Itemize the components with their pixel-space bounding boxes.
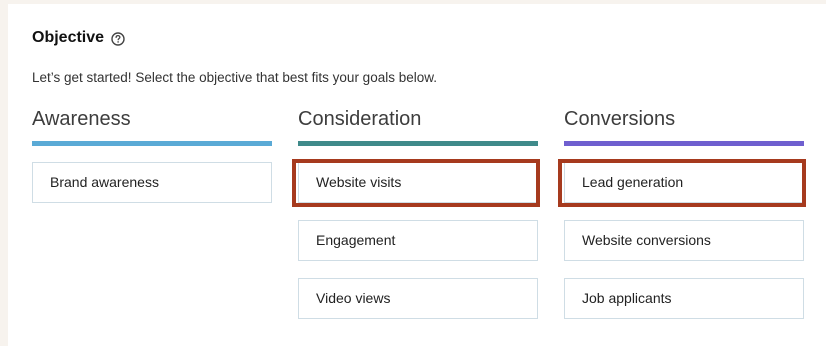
option-video-views[interactable]: Video views	[298, 278, 538, 319]
option-website-visits[interactable]: Website visits	[292, 159, 540, 207]
option-engagement[interactable]: Engagement	[298, 220, 538, 261]
objective-card: Objective Let’s get started! Select the …	[8, 4, 826, 346]
objective-header: Objective	[32, 29, 125, 47]
column-bar-awareness	[32, 141, 272, 146]
column-heading-conversions: Conversions	[564, 108, 676, 130]
column-bar-conversions	[564, 141, 804, 146]
column-heading-awareness: Awareness	[32, 108, 131, 130]
column-awareness: Awareness Brand awareness	[32, 108, 274, 220]
option-job-applicants[interactable]: Job applicants	[564, 278, 804, 319]
option-brand-awareness[interactable]: Brand awareness	[32, 162, 272, 203]
objective-subtitle: Let’s get started! Select the objective …	[32, 70, 437, 85]
column-bar-consideration	[298, 141, 538, 146]
option-website-conversions[interactable]: Website conversions	[564, 220, 804, 261]
column-heading-consideration: Consideration	[298, 108, 422, 130]
column-conversions: Conversions Lead generation Website conv…	[558, 108, 806, 336]
objective-title: Objective	[32, 29, 105, 46]
question-circle-icon[interactable]	[111, 32, 125, 46]
column-consideration: Consideration Website visits Engagement …	[292, 108, 540, 336]
option-lead-generation[interactable]: Lead generation	[558, 159, 806, 207]
